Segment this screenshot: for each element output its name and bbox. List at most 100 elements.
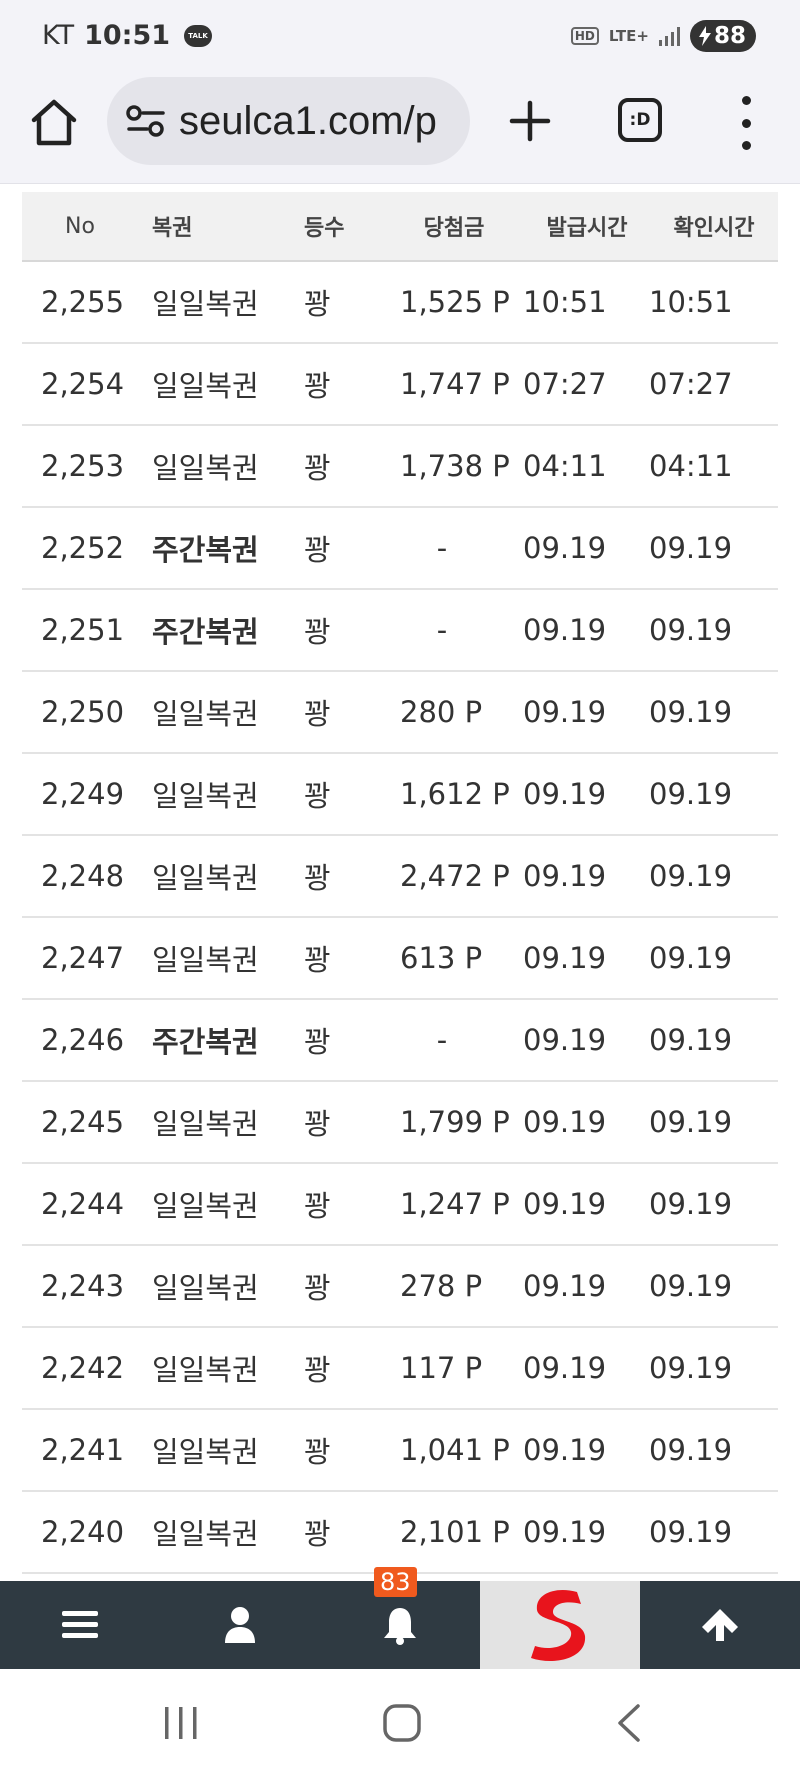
- new-tab-icon[interactable]: [505, 96, 555, 146]
- header-prize: 당첨금: [423, 216, 485, 241]
- prize-amount-text: 1,738 P: [400, 449, 510, 483]
- check-time: 09.19: [649, 777, 778, 811]
- rank-text: 꽝: [304, 697, 331, 731]
- lottery-type-text: 일일복권: [152, 1271, 259, 1305]
- row-number: 2,245: [22, 1105, 152, 1139]
- check-time-text: 09.19: [649, 777, 733, 811]
- prize-amount-text: 1,525 P: [400, 285, 510, 319]
- issue-time-text: 09.19: [523, 1269, 607, 1303]
- recents-icon[interactable]: [162, 1705, 200, 1741]
- lottery-type: 주간복권: [152, 527, 304, 569]
- check-time-text: 09.19: [649, 941, 733, 975]
- check-time-text: 09.19: [649, 1269, 733, 1303]
- issue-time: 09.19: [523, 1351, 649, 1385]
- issue-time-text: 09.19: [523, 1351, 607, 1385]
- check-time-text: 04:11: [649, 449, 733, 483]
- table-row: 2,245 일일복권 꽝 1,799 P 09.19 09.19: [22, 1082, 778, 1164]
- lottery-type-text: 주간복권: [152, 615, 259, 649]
- home-icon[interactable]: [30, 98, 78, 148]
- issue-time-text: 10:51: [523, 285, 607, 319]
- table-row: 2,250 일일복권 꽝 280 P 09.19 09.19: [22, 672, 778, 754]
- prize-amount: -: [400, 531, 523, 565]
- status-left: KT 10:51 TALK: [42, 20, 213, 51]
- tab-switcher-button[interactable]: :D: [618, 98, 662, 142]
- scroll-top-button[interactable]: [640, 1581, 800, 1669]
- issue-time-text: 09.19: [523, 941, 607, 975]
- check-time: 09.19: [649, 1023, 778, 1057]
- lottery-type-text: 일일복권: [152, 1189, 259, 1223]
- prize-amount: 613 P: [400, 941, 523, 975]
- rank: 꽝: [304, 855, 400, 897]
- bell-icon: [384, 1608, 416, 1645]
- row-number-text: 2,248: [41, 859, 125, 893]
- more-options-icon[interactable]: [736, 96, 756, 150]
- rank-text: 꽝: [304, 451, 331, 485]
- prize-amount-text: 1,612 P: [400, 777, 510, 811]
- row-number: 2,255: [22, 285, 152, 319]
- rank: 꽝: [304, 1019, 400, 1061]
- row-number: 2,241: [22, 1433, 152, 1467]
- rank: 꽝: [304, 1347, 400, 1389]
- issue-time: 09.19: [523, 777, 649, 811]
- check-time: 09.19: [649, 1187, 778, 1221]
- row-number: 2,244: [22, 1187, 152, 1221]
- issue-time: 09.19: [523, 1187, 649, 1221]
- header-lottery: 복권: [152, 216, 193, 241]
- check-time-text: 09.19: [649, 1023, 733, 1057]
- url-text[interactable]: seulca1.com/p: [179, 99, 437, 144]
- table-row: 2,252 주간복권 꽝 - 09.19 09.19: [22, 508, 778, 590]
- rank-text: 꽝: [304, 1353, 331, 1387]
- rank: 꽝: [304, 773, 400, 815]
- site-logo-icon: [531, 1590, 586, 1662]
- check-time-text: 09.19: [649, 1105, 733, 1139]
- prize-amount-text: 613 P: [400, 941, 483, 975]
- bottom-nav-bar: 83: [0, 1567, 800, 1669]
- header-no: No: [65, 213, 95, 239]
- rank-text: 꽝: [304, 1189, 331, 1223]
- row-number-text: 2,245: [41, 1105, 125, 1139]
- issue-time-text: 09.19: [523, 531, 607, 565]
- issue-time: 09.19: [523, 1433, 649, 1467]
- back-icon[interactable]: [614, 1703, 642, 1743]
- lottery-type-text: 일일복권: [152, 861, 259, 895]
- row-number-text: 2,251: [41, 613, 125, 647]
- site-settings-icon[interactable]: [125, 104, 167, 138]
- lottery-type-text: 주간복권: [152, 533, 259, 567]
- issue-time-text: 07:27: [523, 367, 607, 401]
- row-number-text: 2,246: [41, 1023, 125, 1057]
- site-logo-button[interactable]: [480, 1581, 640, 1669]
- header-issue-time: 발급시간: [546, 216, 628, 241]
- issue-time: 09.19: [523, 1105, 649, 1139]
- home-icon[interactable]: [382, 1703, 422, 1743]
- rank-text: 꽝: [304, 1025, 331, 1059]
- prize-amount-text: -: [436, 531, 448, 565]
- menu-button[interactable]: [0, 1581, 160, 1669]
- lottery-type: 일일복권: [152, 1265, 304, 1307]
- browser-toolbar: seulca1.com/p :D: [0, 72, 800, 184]
- row-number-text: 2,241: [41, 1433, 125, 1467]
- row-number-text: 2,247: [41, 941, 125, 975]
- rank: 꽝: [304, 1429, 400, 1471]
- table-row: 2,249 일일복권 꽝 1,612 P 09.19 09.19: [22, 754, 778, 836]
- issue-time: 09.19: [523, 859, 649, 893]
- notification-count-badge: 83: [374, 1567, 417, 1597]
- lottery-type: 일일복권: [152, 1101, 304, 1143]
- prize-amount-text: 280 P: [400, 695, 483, 729]
- row-number-text: 2,255: [41, 285, 125, 319]
- rank-text: 꽝: [304, 779, 331, 813]
- lottery-type-text: 일일복권: [152, 287, 259, 321]
- rank: 꽝: [304, 937, 400, 979]
- clock-time: 10:51: [84, 20, 171, 51]
- row-number: 2,251: [22, 613, 152, 647]
- prize-amount-text: 2,101 P: [400, 1515, 510, 1549]
- prize-amount: 117 P: [400, 1351, 523, 1385]
- header-rank: 등수: [304, 216, 345, 241]
- lottery-type-text: 일일복권: [152, 451, 259, 485]
- address-bar[interactable]: seulca1.com/p: [107, 77, 470, 165]
- lottery-type-text: 주간복권: [152, 1025, 259, 1059]
- row-number: 2,248: [22, 859, 152, 893]
- issue-time-text: 09.19: [523, 777, 607, 811]
- profile-button[interactable]: [160, 1581, 320, 1669]
- rank: 꽝: [304, 691, 400, 733]
- check-time: 09.19: [649, 531, 778, 565]
